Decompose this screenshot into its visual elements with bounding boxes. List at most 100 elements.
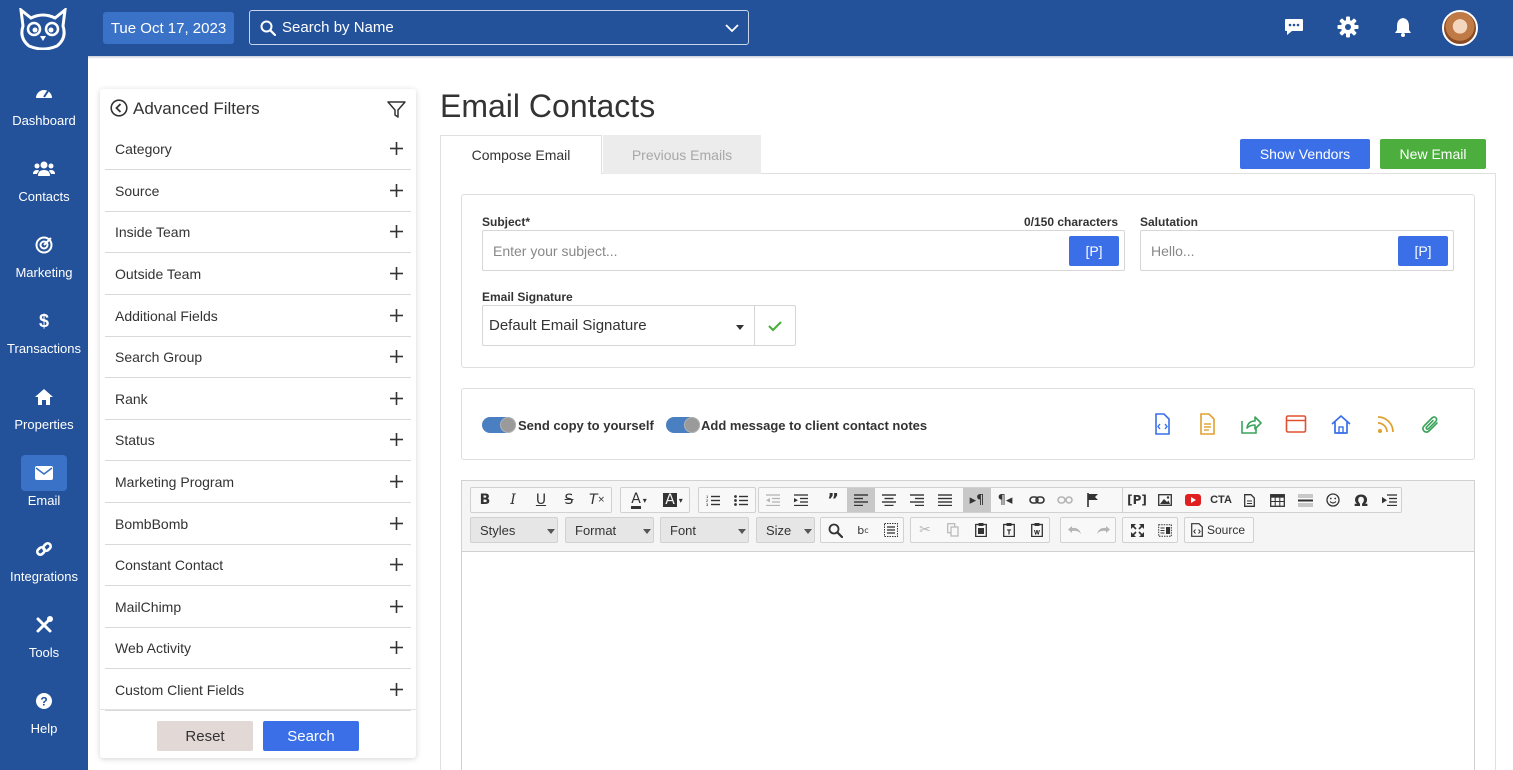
sidebar-item-contacts[interactable]: Contacts	[0, 141, 88, 217]
code-file-icon[interactable]	[1151, 413, 1173, 435]
plus-icon[interactable]	[390, 225, 403, 238]
plus-icon[interactable]	[390, 641, 403, 654]
home-outline-icon[interactable]	[1330, 413, 1352, 435]
filter-item-mailchimp[interactable]: MailChimp	[105, 587, 411, 628]
subject-placeholder-button[interactable]: [P]	[1069, 236, 1119, 266]
align-justify-icon[interactable]	[931, 488, 959, 512]
filter-item-status[interactable]: Status	[105, 420, 411, 461]
youtube-icon[interactable]	[1179, 488, 1207, 512]
maximize-icon[interactable]	[1123, 518, 1151, 542]
plus-icon[interactable]	[390, 184, 403, 197]
paste-icon[interactable]	[967, 518, 995, 542]
sidebar-item-email[interactable]: Email	[0, 445, 88, 521]
background-color-icon[interactable]: A ▾	[657, 488, 689, 512]
plus-icon[interactable]	[390, 600, 403, 613]
sidebar-item-marketing[interactable]: Marketing	[0, 217, 88, 293]
chat-icon[interactable]	[1283, 16, 1305, 38]
image-icon[interactable]	[1151, 488, 1179, 512]
owl-logo-icon[interactable]	[17, 8, 69, 50]
sidebar-item-tools[interactable]: Tools	[0, 597, 88, 673]
filter-item-outside-team[interactable]: Outside Team	[105, 254, 411, 295]
bullet-list-icon[interactable]	[727, 488, 755, 512]
bell-icon[interactable]	[1392, 16, 1414, 38]
placeholder-icon[interactable]: [P]	[1123, 488, 1151, 512]
paperclip-icon[interactable]	[1420, 413, 1442, 435]
text-color-icon[interactable]: A ▾	[623, 488, 655, 512]
subject-input[interactable]: Enter your subject...	[482, 230, 1125, 271]
funnel-icon[interactable]	[387, 100, 406, 119]
filter-item-web-activity[interactable]: Web Activity	[105, 628, 411, 669]
replace-icon[interactable]: bc	[849, 518, 877, 542]
find-icon[interactable]	[821, 518, 849, 542]
outdent-icon[interactable]	[759, 488, 787, 512]
browser-window-icon[interactable]	[1285, 413, 1307, 435]
smiley-icon[interactable]	[1319, 488, 1347, 512]
link-icon[interactable]	[1023, 488, 1051, 512]
source-button[interactable]: Source	[1184, 517, 1254, 543]
numbered-list-icon[interactable]: 123	[699, 488, 727, 512]
sidebar-item-properties[interactable]: Properties	[0, 369, 88, 445]
bold-icon[interactable]: B	[471, 488, 499, 512]
font-combo[interactable]: Font	[660, 517, 749, 543]
align-right-icon[interactable]	[903, 488, 931, 512]
blockquote-icon[interactable]: ”	[819, 488, 847, 512]
email-signature-select[interactable]: Default Email Signature	[482, 305, 755, 346]
plus-icon[interactable]	[390, 517, 403, 530]
plus-icon[interactable]	[390, 142, 403, 155]
sidebar-item-dashboard[interactable]: Dashboard	[0, 65, 88, 141]
sidebar-item-transactions[interactable]: $ Transactions	[0, 293, 88, 369]
special-char-icon[interactable]: Ω	[1347, 488, 1375, 512]
search-by-name-select[interactable]: Search by Name	[249, 10, 749, 45]
sidebar-item-help[interactable]: ? Help	[0, 673, 88, 749]
redo-icon[interactable]	[1089, 518, 1117, 542]
format-combo[interactable]: Format	[565, 517, 654, 543]
page-break-icon[interactable]	[1375, 488, 1403, 512]
template-icon[interactable]	[1235, 488, 1263, 512]
filter-item-inside-team[interactable]: Inside Team	[105, 212, 411, 253]
reset-button[interactable]: Reset	[157, 721, 253, 751]
text-direction-rtl-icon[interactable]: ¶◂	[991, 488, 1019, 512]
paste-text-icon[interactable]: T	[995, 518, 1023, 542]
filter-item-custom-client-fields[interactable]: Custom Client Fields	[105, 670, 411, 711]
editor-body[interactable]	[462, 553, 1474, 770]
align-center-icon[interactable]	[875, 488, 903, 512]
plus-icon[interactable]	[390, 309, 403, 322]
text-direction-ltr-icon[interactable]: ▸¶	[963, 488, 991, 512]
filter-item-rank[interactable]: Rank	[105, 379, 411, 420]
gear-icon[interactable]	[1337, 16, 1359, 38]
table-icon[interactable]	[1263, 488, 1291, 512]
unlink-icon[interactable]	[1051, 488, 1079, 512]
sidebar-item-integrations[interactable]: Integrations	[0, 521, 88, 597]
user-avatar[interactable]	[1442, 10, 1478, 46]
filter-item-additional-fields[interactable]: Additional Fields	[105, 296, 411, 337]
filter-item-search-group[interactable]: Search Group	[105, 337, 411, 378]
send-copy-toggle[interactable]	[482, 417, 516, 433]
size-combo[interactable]: Size	[756, 517, 815, 543]
remove-format-icon[interactable]: T ×	[583, 488, 611, 512]
tab-compose-email[interactable]: Compose Email	[440, 135, 602, 174]
search-button[interactable]: Search	[263, 721, 359, 751]
tab-previous-emails[interactable]: Previous Emails	[603, 135, 761, 174]
strikethrough-icon[interactable]: S	[555, 488, 583, 512]
styles-combo[interactable]: Styles	[470, 517, 558, 543]
plus-icon[interactable]	[390, 392, 403, 405]
plus-icon[interactable]	[390, 267, 403, 280]
plus-icon[interactable]	[390, 433, 403, 446]
align-left-icon[interactable]	[847, 488, 875, 512]
plus-icon[interactable]	[390, 475, 403, 488]
show-vendors-button[interactable]: Show Vendors	[1240, 139, 1370, 169]
date-button[interactable]: Tue Oct 17, 2023	[103, 12, 234, 44]
share-icon[interactable]	[1240, 413, 1262, 435]
horizontal-rule-icon[interactable]	[1291, 488, 1319, 512]
cut-icon[interactable]: ✂	[911, 518, 939, 542]
select-all-icon[interactable]	[877, 518, 905, 542]
rss-icon[interactable]	[1375, 413, 1397, 435]
filter-item-marketing-program[interactable]: Marketing Program	[105, 462, 411, 503]
back-circle-icon[interactable]	[110, 99, 128, 117]
document-icon[interactable]	[1196, 413, 1218, 435]
plus-icon[interactable]	[390, 683, 403, 696]
apply-signature-button[interactable]	[754, 305, 796, 346]
plus-icon[interactable]	[390, 350, 403, 363]
filter-item-bombbomb[interactable]: BombBomb	[105, 504, 411, 545]
underline-icon[interactable]: U	[527, 488, 555, 512]
